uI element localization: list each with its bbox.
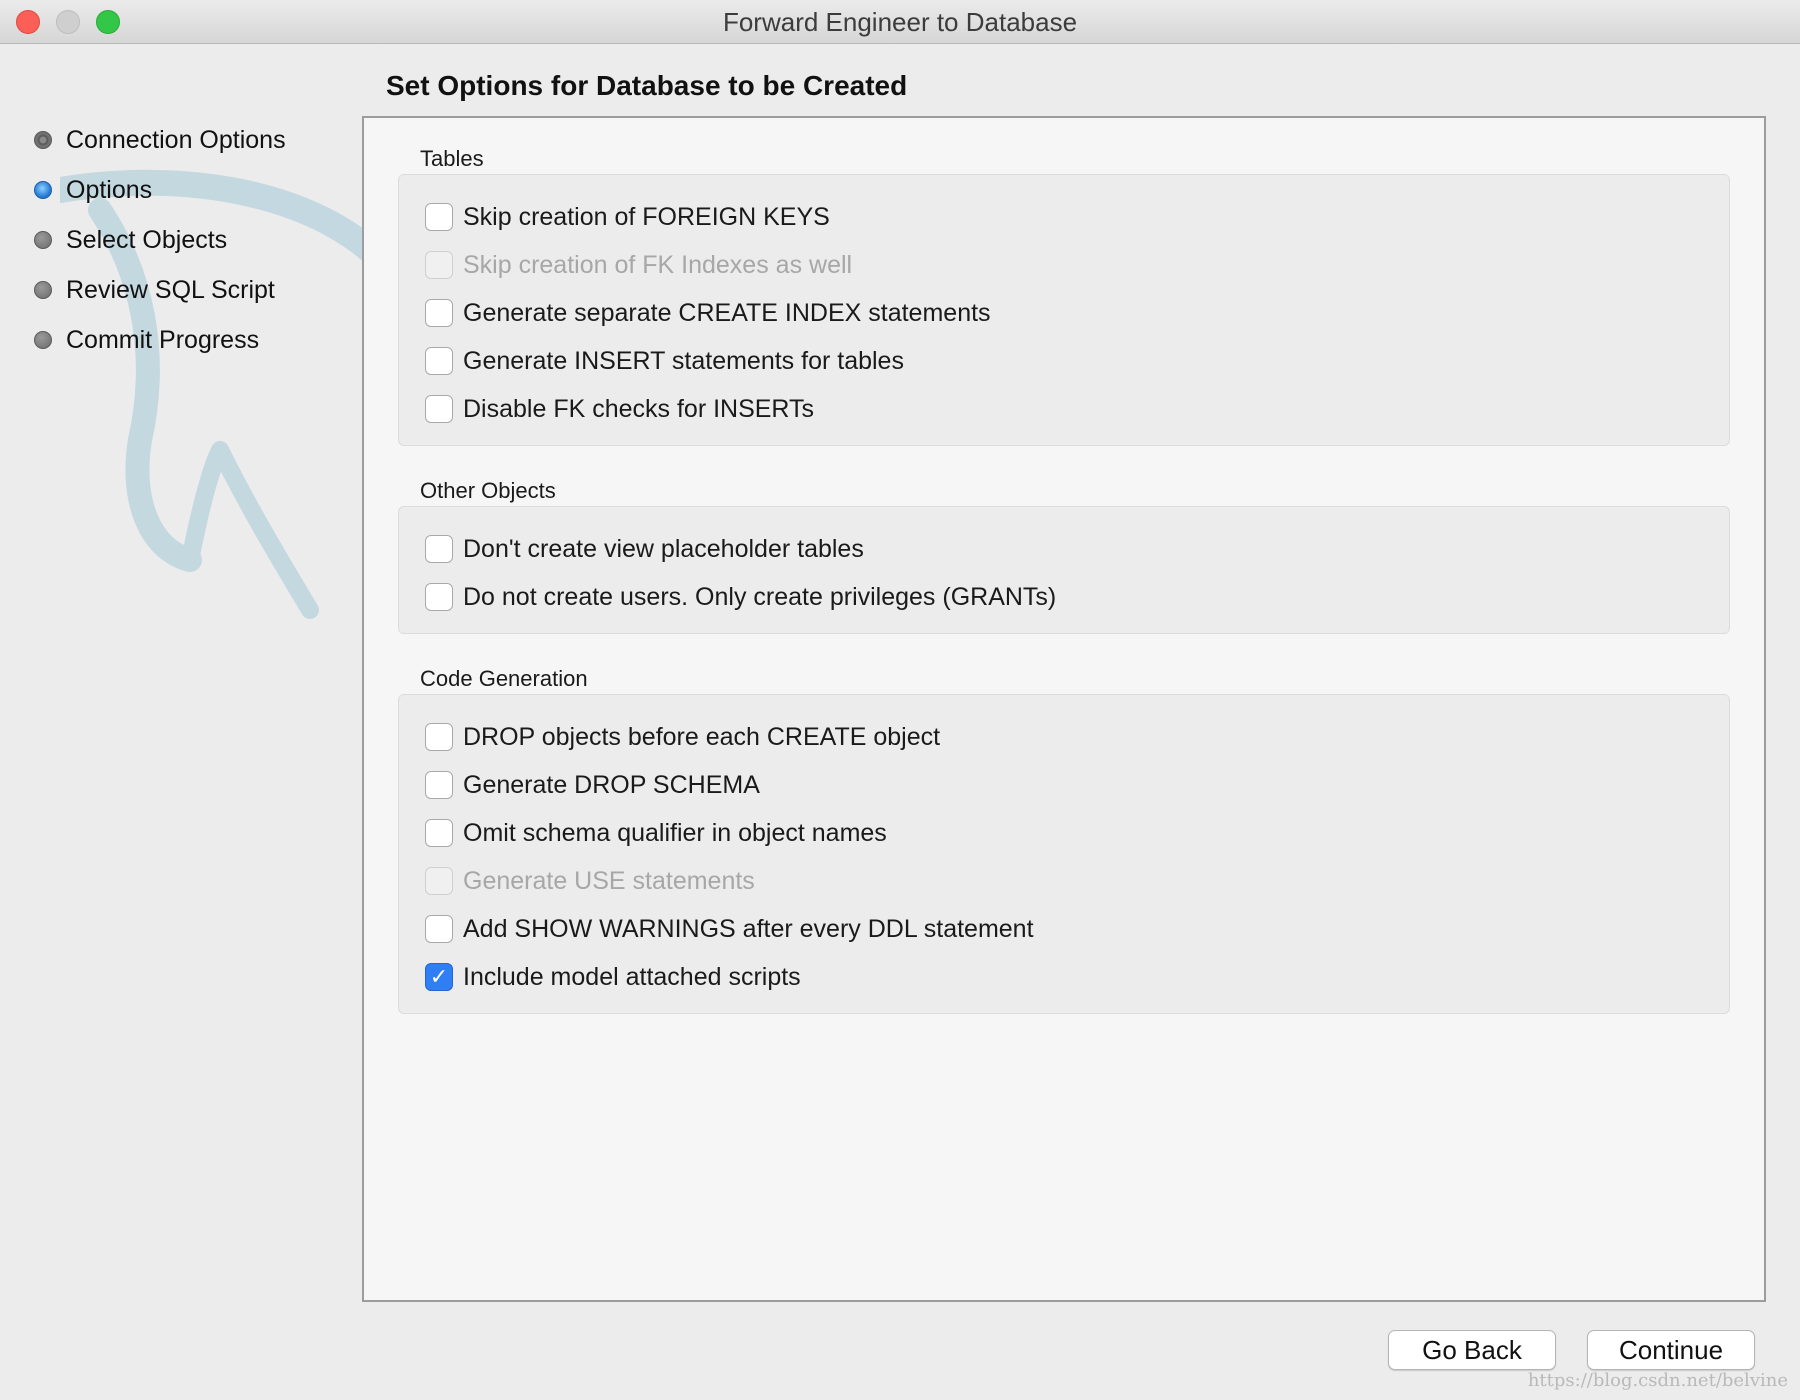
option-drop-before-create[interactable]: DROP objects before each CREATE object [425, 721, 940, 753]
checkbox-checked[interactable]: ✓ [425, 963, 453, 991]
checkbox[interactable] [425, 583, 453, 611]
option-disable-fk-checks[interactable]: Disable FK checks for INSERTs [425, 393, 814, 425]
source-credit: https://blog.csdn.net/belvine [1527, 1370, 1788, 1391]
checkbox[interactable] [425, 771, 453, 799]
checkbox[interactable] [425, 203, 453, 231]
option-show-warnings[interactable]: Add SHOW WARNINGS after every DDL statem… [425, 913, 1034, 945]
option-include-attached-scripts[interactable]: ✓ Include model attached scripts [425, 961, 801, 993]
option-no-view-placeholders[interactable]: Don't create view placeholder tables [425, 533, 864, 565]
option-label: Generate INSERT statements for tables [463, 346, 904, 375]
option-label: Omit schema qualifier in object names [463, 818, 887, 847]
window-title: Forward Engineer to Database [722, 7, 1078, 37]
step-options[interactable]: Options [34, 165, 286, 215]
checkmark-icon: ✓ [429, 964, 449, 989]
option-label: Disable FK checks for INSERTs [463, 394, 815, 423]
option-generate-insert[interactable]: Generate INSERT statements for tables [425, 345, 904, 377]
option-no-create-users[interactable]: Do not create users. Only create privile… [425, 581, 1056, 613]
option-skip-fk-indexes: Skip creation of FK Indexes as well [425, 249, 852, 281]
step-label: Options [66, 175, 153, 204]
step-label: Review SQL Script [66, 275, 275, 304]
option-label: Add SHOW WARNINGS after every DDL statem… [463, 914, 1034, 943]
option-label: Skip creation of FK Indexes as well [463, 250, 853, 279]
group-title-tables: Tables [420, 146, 484, 171]
step-select-objects[interactable]: Select Objects [34, 215, 286, 265]
option-generate-drop-schema[interactable]: Generate DROP SCHEMA [425, 769, 760, 801]
step-complete-icon [34, 131, 52, 149]
step-pending-icon [34, 281, 52, 299]
step-review-sql-script[interactable]: Review SQL Script [34, 265, 286, 315]
dialog-window: Forward Engineer to Database Connection … [0, 0, 1800, 1400]
option-label: Generate separate CREATE INDEX statement… [463, 298, 991, 327]
option-label: Don't create view placeholder tables [463, 534, 864, 563]
step-label: Connection Options [66, 125, 286, 154]
continue-button[interactable]: Continue [1587, 1330, 1755, 1370]
option-label: Generate DROP SCHEMA [463, 770, 760, 799]
title-bar[interactable]: Forward Engineer to Database [0, 0, 1800, 44]
checkbox[interactable] [425, 915, 453, 943]
checkbox[interactable] [425, 819, 453, 847]
checkbox[interactable] [425, 299, 453, 327]
group-box-tables: Skip creation of FOREIGN KEYS Skip creat… [398, 174, 1730, 446]
step-label: Commit Progress [66, 325, 260, 354]
step-current-icon [34, 181, 52, 199]
group-box-code-generation: DROP objects before each CREATE object G… [398, 694, 1730, 1014]
checkbox[interactable] [425, 395, 453, 423]
option-label: Do not create users. Only create privile… [463, 582, 1057, 611]
group-title-code-generation: Code Generation [420, 666, 588, 691]
option-label: Include model attached scripts [463, 962, 801, 991]
go-back-button[interactable]: Go Back [1388, 1330, 1556, 1370]
step-pending-icon [34, 331, 52, 349]
option-label: Generate USE statements [463, 866, 755, 895]
group-box-other-objects: Don't create view placeholder tables Do … [398, 506, 1730, 634]
option-generate-use: Generate USE statements [425, 865, 755, 897]
group-title-other-objects: Other Objects [420, 478, 556, 503]
checkbox [425, 867, 453, 895]
option-omit-schema-qualifier[interactable]: Omit schema qualifier in object names [425, 817, 887, 849]
step-label: Select Objects [66, 225, 228, 254]
option-skip-foreign-keys[interactable]: Skip creation of FOREIGN KEYS [425, 201, 830, 233]
step-connection-options[interactable]: Connection Options [34, 115, 286, 165]
option-separate-create-index[interactable]: Generate separate CREATE INDEX statement… [425, 297, 991, 329]
checkbox[interactable] [425, 723, 453, 751]
checkbox [425, 251, 453, 279]
option-label: Skip creation of FOREIGN KEYS [463, 202, 830, 231]
option-label: DROP objects before each CREATE object [463, 722, 941, 751]
checkbox[interactable] [425, 347, 453, 375]
page-title: Set Options for Database to be Created [386, 70, 908, 101]
wizard-steps: Connection Options Options Select Object… [34, 115, 286, 365]
step-commit-progress[interactable]: Commit Progress [34, 315, 286, 365]
step-pending-icon [34, 231, 52, 249]
checkbox[interactable] [425, 535, 453, 563]
